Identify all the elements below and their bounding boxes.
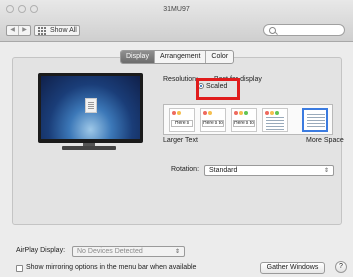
tab-display[interactable]: Display	[121, 51, 154, 63]
scale-option-1[interactable]: Here's	[169, 108, 195, 132]
mirroring-checkbox[interactable]	[16, 265, 23, 272]
popup-arrows-icon: ⇕	[174, 249, 180, 255]
help-button[interactable]: ?	[335, 261, 347, 273]
rotation-select[interactable]: Standard ⇕	[204, 165, 334, 176]
monitor-base	[62, 146, 116, 150]
airplay-display-value: No Devices Detected	[77, 248, 143, 255]
show-all-button[interactable]: Show All	[34, 25, 80, 36]
tab-bar: Display Arrangement Color	[120, 50, 235, 64]
resolution-label: Resolution:	[163, 76, 199, 83]
more-space-label: More Space	[306, 137, 344, 144]
tab-arrangement[interactable]: Arrangement	[153, 51, 205, 63]
scale-option-text: Here's to troublem	[202, 120, 224, 127]
grid-icon	[38, 26, 46, 35]
search-input[interactable]	[263, 24, 345, 36]
window-dots-icon	[172, 111, 181, 115]
scale-option-5[interactable]	[302, 108, 328, 132]
larger-text-label: Larger Text	[163, 137, 198, 144]
window-dots-icon	[203, 111, 212, 115]
nav-buttons: ◀ ▶	[6, 25, 31, 36]
back-button[interactable]: ◀	[7, 26, 18, 35]
popup-arrows-icon: ⇕	[323, 168, 329, 174]
scale-option-text: Here's to the crazy ones	[233, 120, 255, 127]
rotation-label: Rotation:	[171, 166, 200, 173]
tab-color[interactable]: Color	[205, 51, 233, 63]
airplay-display-label: AirPlay Display:	[16, 247, 66, 254]
gather-windows-button[interactable]: Gather Windows	[260, 262, 325, 274]
scale-option-text: Here's	[171, 120, 193, 127]
monitor-image	[38, 73, 143, 143]
show-all-label: Show All	[50, 27, 77, 34]
search-icon	[269, 27, 276, 34]
scale-option-3[interactable]: Here's to the crazy ones	[231, 108, 257, 132]
airplay-display-select[interactable]: No Devices Detected ⇕	[72, 246, 185, 257]
rotation-value: Standard	[209, 167, 238, 174]
text-lines-icon	[266, 117, 284, 131]
scale-options: Here's Here's to troublem Here's to the …	[163, 104, 333, 135]
scale-option-4[interactable]	[262, 108, 288, 132]
scale-option-2[interactable]: Here's to troublem	[200, 108, 226, 132]
highlight-box	[196, 78, 240, 100]
forward-button[interactable]: ▶	[18, 26, 30, 35]
mirroring-label: Show mirroring options in the menu bar w…	[26, 264, 197, 271]
window-title: 31MU97	[163, 6, 190, 13]
window-dots-icon	[265, 111, 279, 115]
window-dots-icon	[234, 111, 248, 115]
desktop-wallpaper	[41, 76, 140, 139]
title-bar: 31MU97 ◀ ▶ Show All	[0, 0, 353, 42]
menubar-window-icon	[85, 98, 97, 113]
text-lines-icon	[307, 114, 325, 128]
